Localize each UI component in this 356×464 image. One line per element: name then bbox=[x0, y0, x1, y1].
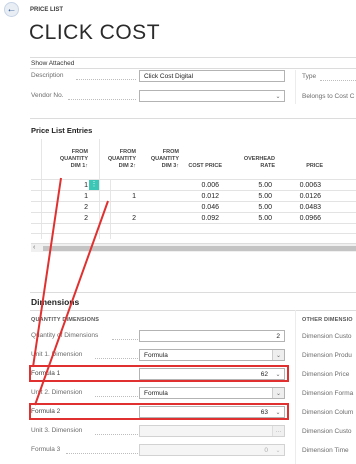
annotation-line-formula-2 bbox=[34, 200, 109, 406]
annotation-arrows bbox=[32, 177, 109, 406]
annotation-line-formula-1 bbox=[32, 177, 62, 368]
